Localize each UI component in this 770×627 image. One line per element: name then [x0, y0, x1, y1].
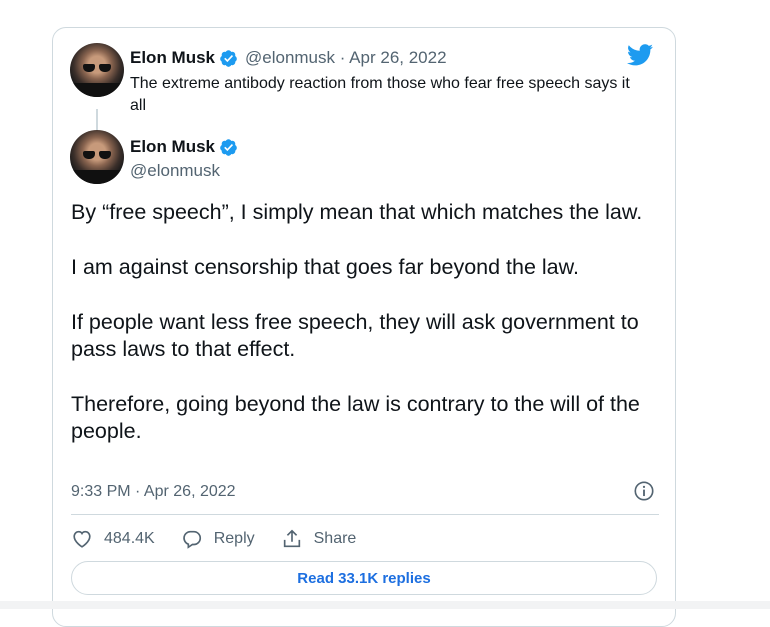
divider: [71, 514, 659, 515]
tweet-text: By “free speech”, I simply mean that whi…: [71, 199, 661, 473]
read-replies-button[interactable]: Read 33.1K replies: [71, 561, 657, 595]
share-button[interactable]: Share: [281, 528, 357, 550]
tweet-actions: 484.4K Reply Share: [71, 526, 382, 552]
quoted-tweet-text: The extreme antibody reaction from those…: [130, 75, 630, 114]
twitter-bird-icon[interactable]: [627, 44, 653, 66]
author-handle[interactable]: @elonmusk: [130, 161, 220, 181]
page-bottom-strip: [0, 601, 770, 609]
tweet-paragraph: Therefore, going beyond the law is contr…: [71, 392, 640, 443]
share-upload-icon: [283, 529, 300, 548]
tweet-paragraph: I am against censorship that goes far be…: [71, 255, 579, 279]
verified-badge-icon: [220, 50, 237, 67]
verified-badge-icon: [220, 139, 237, 156]
author-avatar[interactable]: [70, 130, 124, 184]
tweet-paragraph: By “free speech”, I simply mean that whi…: [71, 200, 643, 224]
speech-bubble-icon: [182, 530, 201, 549]
author-avatar[interactable]: [70, 43, 124, 97]
reply-button[interactable]: Reply: [181, 528, 255, 550]
quoted-handle-date[interactable]: @elonmusk · Apr 26, 2022: [245, 48, 447, 68]
info-icon[interactable]: [633, 480, 655, 502]
share-label: Share: [313, 530, 357, 547]
quoted-author-name[interactable]: Elon Musk: [130, 48, 215, 68]
like-count: 484.4K: [104, 530, 155, 547]
tweet-card: Elon Musk @elonmusk · Apr 26, 2022 The e…: [52, 27, 676, 627]
like-button[interactable]: 484.4K: [71, 528, 155, 550]
heart-icon: [73, 530, 91, 548]
author-name[interactable]: Elon Musk: [130, 137, 215, 157]
tweet-paragraph: If people want less free speech, they wi…: [71, 310, 639, 361]
reply-label: Reply: [213, 530, 255, 547]
tweet-timestamp[interactable]: 9:33 PM · Apr 26, 2022: [71, 483, 236, 501]
